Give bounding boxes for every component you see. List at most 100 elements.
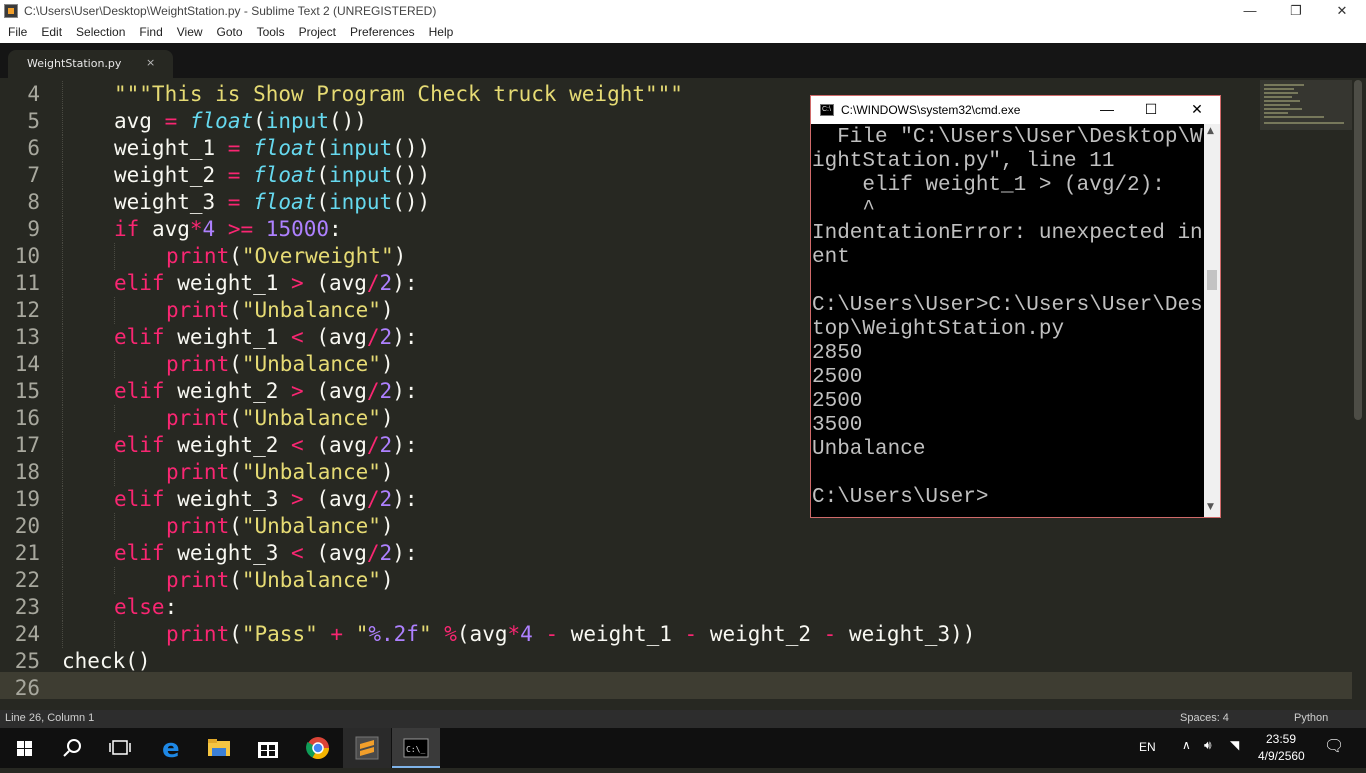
cmd-window[interactable]: C:\ C:\WINDOWS\system32\cmd.exe — ☐ ✕ Fi… — [810, 95, 1221, 518]
code-token: if — [114, 217, 140, 241]
menu-item-help[interactable]: Help — [423, 23, 460, 39]
minimap[interactable] — [1260, 80, 1352, 130]
indent-guide — [62, 135, 63, 162]
windows-start-icon[interactable] — [0, 728, 48, 768]
code-line[interactable]: 24 print("Pass" + "%.2f" %(avg*4 - weight… — [0, 621, 1250, 648]
cmd-output-line: ightStation.py", line 11 — [812, 150, 1115, 173]
code-text: weight_2 = float(input()) — [114, 162, 430, 189]
indent-guide — [62, 486, 63, 513]
menu-item-goto[interactable]: Goto — [211, 23, 249, 39]
code-token: weight_1 — [114, 136, 228, 160]
menu-item-file[interactable]: File — [2, 23, 33, 39]
cmd-minimize-button[interactable]: — — [1087, 99, 1127, 121]
code-token: / — [366, 325, 380, 349]
cmd-close-button[interactable]: ✕ — [1177, 99, 1217, 121]
edge-icon[interactable]: e — [148, 728, 196, 768]
tab-close-icon[interactable]: × — [146, 56, 155, 69]
menu-item-find[interactable]: Find — [133, 23, 168, 39]
menu-item-selection[interactable]: Selection — [70, 23, 131, 39]
code-token: * — [507, 622, 521, 646]
code-token: > — [291, 487, 304, 511]
cmd-scroll-up-icon[interactable]: ▲ — [1207, 126, 1214, 136]
language-indicator[interactable]: EN — [1139, 740, 1156, 754]
indent-guide — [62, 81, 63, 108]
file-explorer-icon[interactable] — [196, 728, 244, 768]
code-token: ()) — [328, 109, 367, 133]
menu-item-project[interactable]: Project — [293, 23, 342, 39]
volume-icon[interactable]: 🔊︎ — [1204, 738, 1212, 753]
syntax-mode[interactable]: Python — [1294, 712, 1328, 724]
cmd-output[interactable]: File "C:\Users\User\Desktop\We ightStatio… — [812, 126, 1215, 516]
code-token: ) — [393, 244, 407, 268]
chevron-up-icon[interactable]: ∧ — [1182, 738, 1191, 752]
code-text: print("Pass" + "%.2f" %(avg*4 - weight_1… — [166, 621, 975, 648]
code-token: input — [328, 136, 393, 160]
menu-item-preferences[interactable]: Preferences — [344, 23, 421, 39]
clock-time[interactable]: 23:59 — [1266, 732, 1296, 746]
editor-scrollbar[interactable] — [1354, 80, 1362, 420]
task-view-icon[interactable] — [96, 728, 144, 768]
code-token: > — [291, 271, 304, 295]
code-token: ()) — [392, 136, 431, 160]
code-line[interactable]: 22 print("Unbalance") — [0, 567, 1250, 594]
maximize-button[interactable]: ❐ — [1273, 0, 1319, 23]
line-number: 10 — [14, 244, 40, 268]
search-icon[interactable] — [48, 728, 96, 768]
code-text: print("Unbalance") — [166, 567, 394, 594]
line-number: 23 — [14, 595, 40, 619]
code-token: ( — [229, 298, 242, 322]
cmd-scroll-down-icon[interactable]: ▼ — [1207, 502, 1214, 512]
cmd-scrollbar[interactable]: ▲ ▼ — [1204, 124, 1220, 517]
cmd-icon[interactable]: C:\_ — [392, 728, 440, 768]
line-number: 20 — [14, 514, 40, 538]
code-token: 15000 — [265, 217, 330, 241]
line-number: 16 — [14, 406, 40, 430]
code-token: 2 — [379, 325, 393, 349]
line-number: 19 — [14, 487, 40, 511]
cmd-output-line: elif weight_1 > (avg/2): — [812, 174, 1165, 197]
code-token: float — [253, 190, 317, 214]
tab-bar: WeightStation.py × — [0, 43, 1366, 78]
sublime-icon[interactable] — [343, 728, 391, 768]
code-token: - — [545, 622, 559, 646]
minimize-button[interactable]: — — [1227, 0, 1273, 23]
indent-guide — [62, 297, 63, 324]
line-number: 15 — [14, 379, 40, 403]
menu-item-view[interactable]: View — [171, 23, 209, 39]
cmd-title-bar[interactable]: C:\ C:\WINDOWS\system32\cmd.exe — ☐ ✕ — [811, 96, 1220, 124]
code-line[interactable]: 23 else: — [0, 594, 1250, 621]
code-token: " — [355, 622, 369, 646]
close-button[interactable]: ✕ — [1319, 0, 1365, 23]
code-line[interactable]: 25 check() — [0, 648, 1250, 675]
code-token: % — [444, 622, 457, 646]
code-token: ) — [380, 406, 394, 430]
notification-icon[interactable]: 🗨︎ — [1324, 736, 1344, 756]
code-token: < — [291, 433, 304, 457]
clock-date[interactable]: 4/9/2560 — [1258, 749, 1305, 763]
cmd-scroll-thumb[interactable] — [1207, 270, 1217, 290]
code-token: ( — [316, 190, 329, 214]
code-token: elif — [114, 325, 165, 349]
indent-guide — [62, 108, 63, 135]
cmd-maximize-button[interactable]: ☐ — [1131, 99, 1171, 121]
code-token: ( — [229, 352, 242, 376]
store-icon[interactable] — [244, 728, 292, 768]
cmd-output-line: ent — [812, 246, 850, 269]
code-text: elif weight_2 < (avg/2): — [114, 432, 418, 459]
code-text: print("Unbalance") — [166, 351, 394, 378]
code-token: / — [366, 487, 380, 511]
menu-item-edit[interactable]: Edit — [35, 23, 68, 39]
code-line[interactable]: 26 — [0, 675, 1250, 702]
code-token: weight_2 — [114, 163, 228, 187]
chrome-icon[interactable] — [294, 728, 342, 768]
indent-guide — [62, 270, 63, 297]
wifi-icon[interactable]: ◥ — [1230, 738, 1239, 752]
tab-weightstation[interactable]: WeightStation.py × — [8, 50, 173, 78]
line-number: 6 — [27, 136, 40, 160]
indentation-setting[interactable]: Spaces: 4 — [1180, 712, 1229, 724]
code-line[interactable]: 21 elif weight_3 < (avg/2): — [0, 540, 1250, 567]
menu-item-tools[interactable]: Tools — [251, 23, 291, 39]
